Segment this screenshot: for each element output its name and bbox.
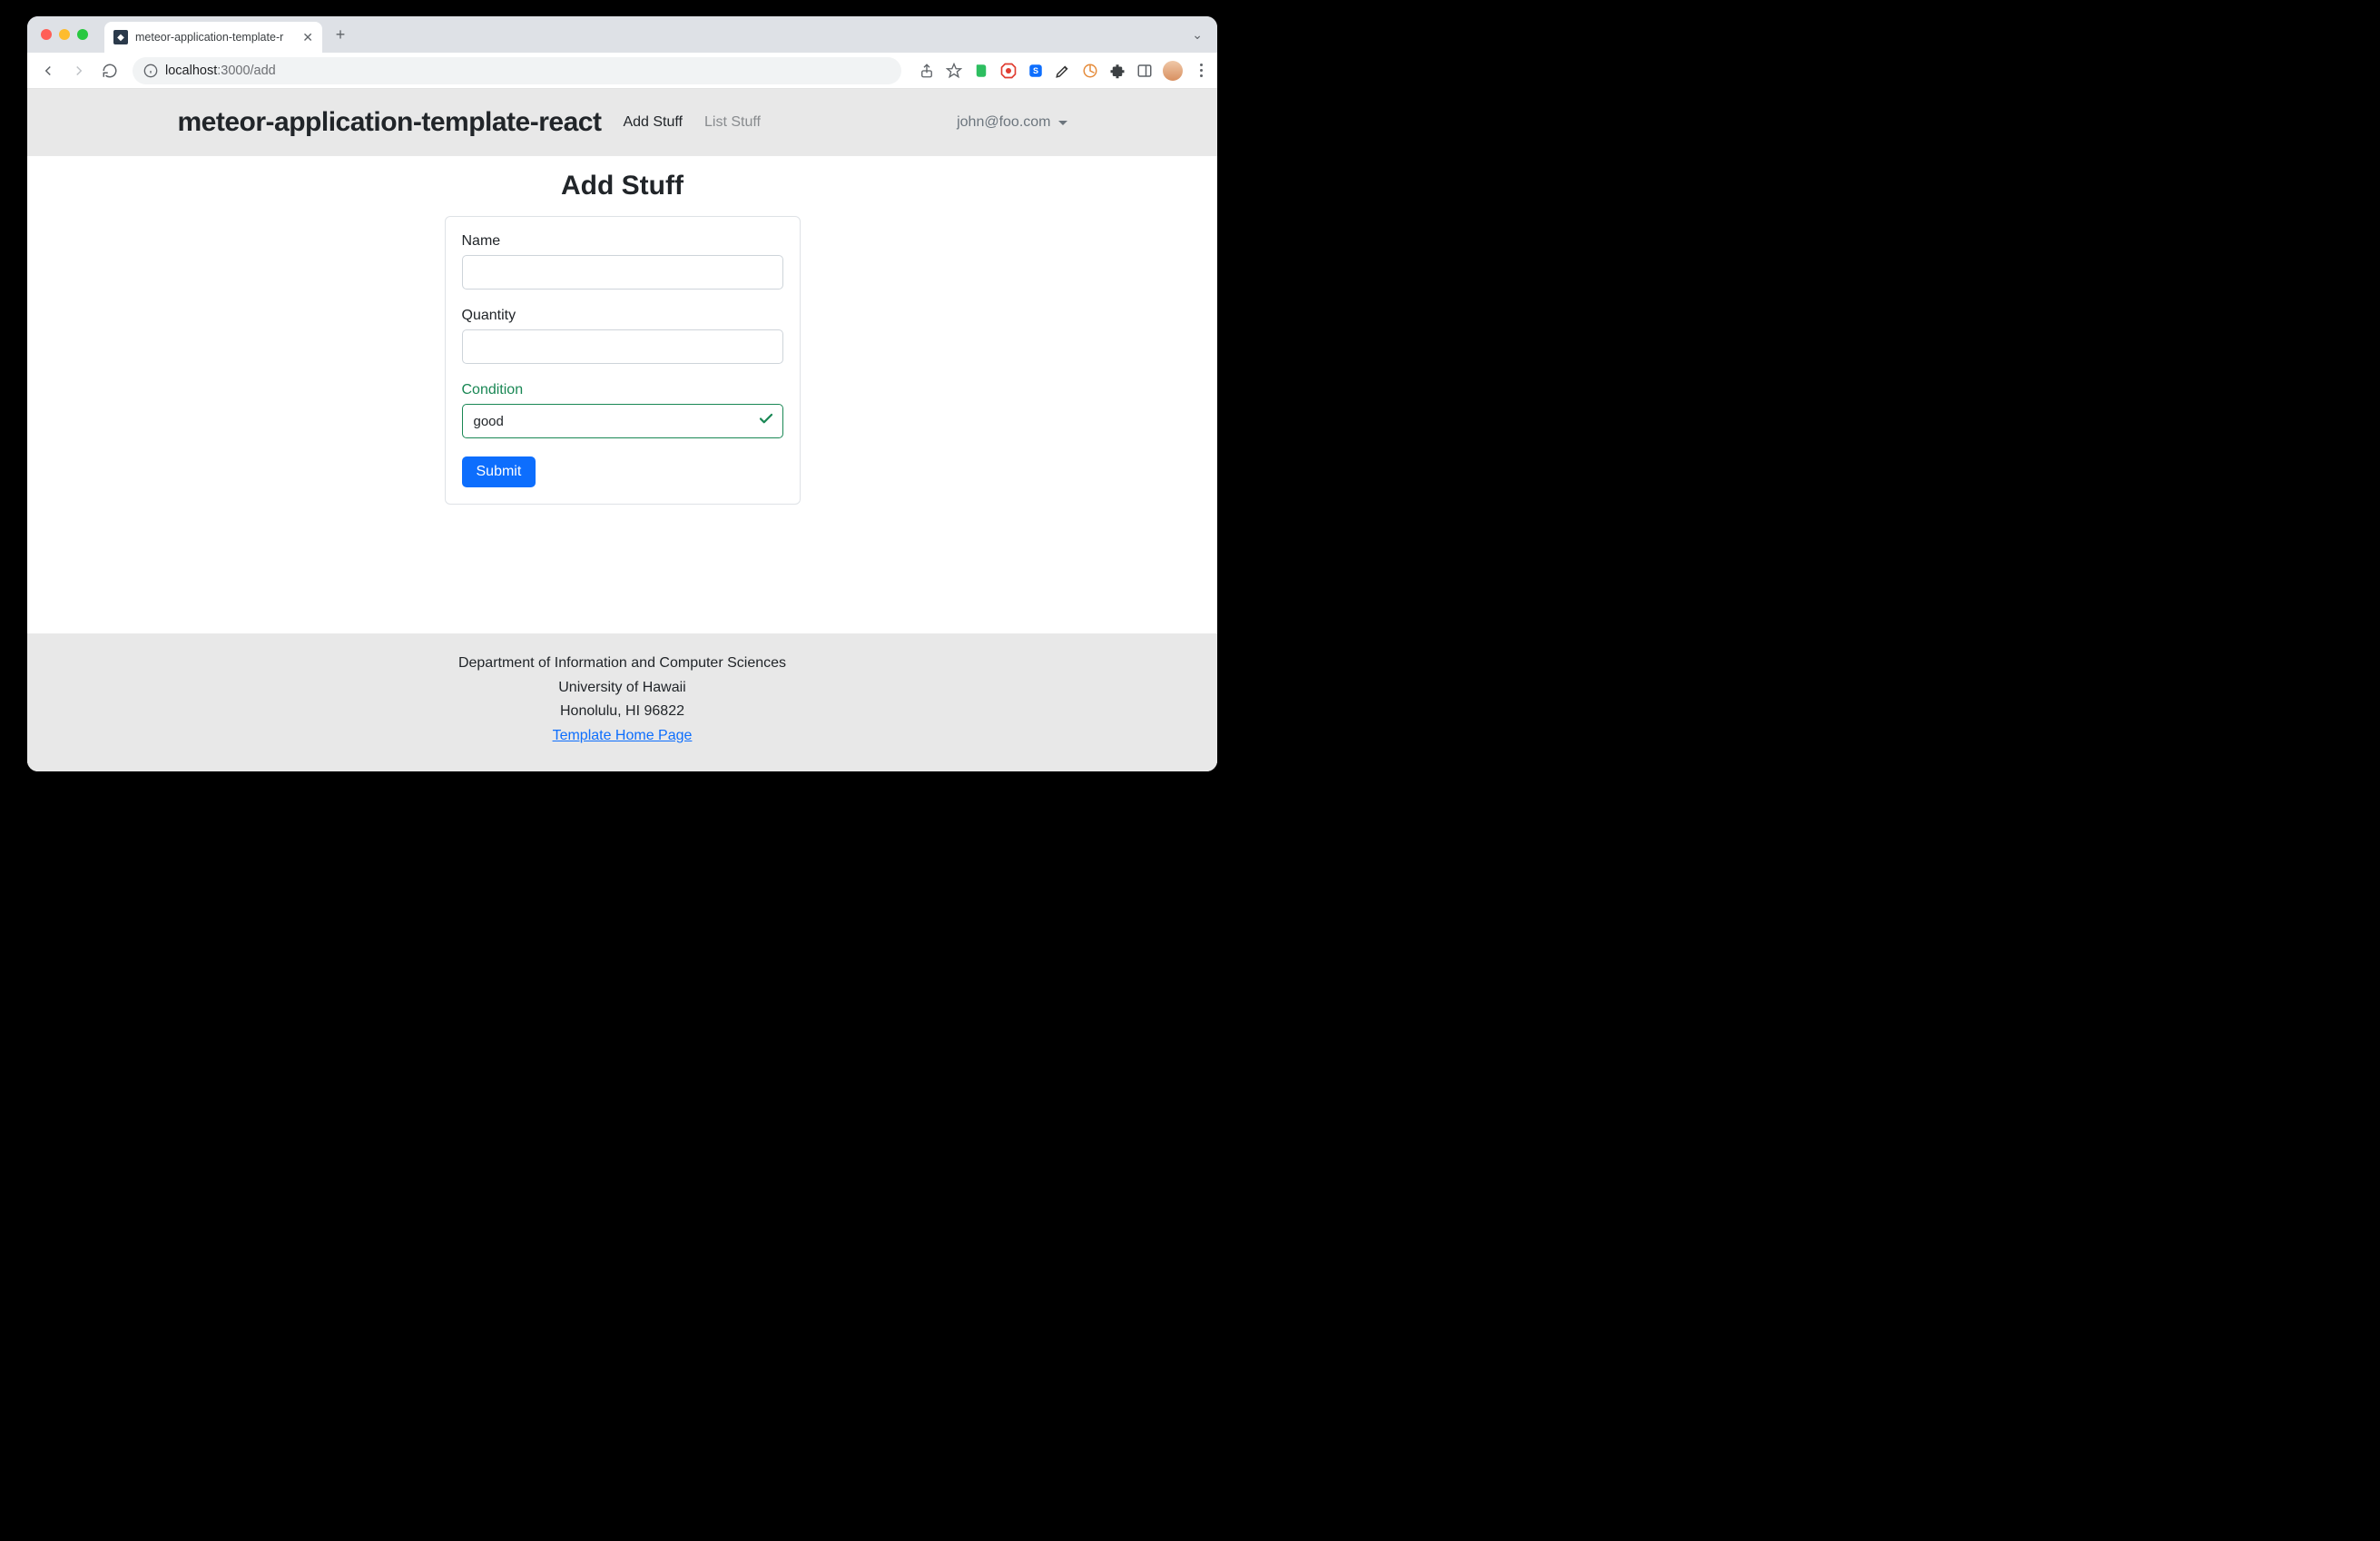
extension-buildpack-icon[interactable] [1081,62,1099,80]
navbar-user-dropdown[interactable]: john@foo.com [957,114,1067,131]
maximize-window-button[interactable] [77,29,88,40]
footer-line-3: Honolulu, HI 96822 [27,700,1217,723]
name-label: Name [462,233,783,250]
form-card: Name Quantity Condition Submi [445,216,801,505]
browser-menu-icon[interactable] [1192,64,1210,77]
footer-link[interactable]: Template Home Page [553,728,693,743]
app-navbar: meteor-application-template-react Add St… [27,89,1217,156]
extension-skype-icon[interactable]: S [1027,62,1045,80]
footer-line-1: Department of Information and Computer S… [27,652,1217,675]
quantity-label: Quantity [462,308,783,324]
extensions-icon[interactable] [1108,62,1126,80]
profile-avatar[interactable] [1163,61,1183,81]
back-button[interactable] [34,57,62,84]
tabs-dropdown-icon[interactable]: ⌄ [1192,27,1203,43]
footer-line-2: University of Hawaii [27,676,1217,700]
extension-adblock-icon[interactable] [999,62,1018,80]
address-bar[interactable]: localhost:3000/add [133,57,901,84]
site-info-icon[interactable] [143,64,158,78]
nav-link-list-stuff[interactable]: List Stuff [704,114,761,131]
new-tab-button[interactable]: + [328,22,353,47]
bookmark-icon[interactable] [945,62,963,80]
reload-button[interactable] [96,57,123,84]
svg-text:S: S [1033,66,1038,75]
close-tab-icon[interactable]: ✕ [302,30,313,45]
extension-evernote-icon[interactable] [972,62,990,80]
forward-button[interactable] [65,57,93,84]
nav-link-add-stuff[interactable]: Add Stuff [623,114,683,131]
url-host: localhost [165,64,217,78]
share-icon[interactable] [918,62,936,80]
browser-tab[interactable]: ◆ meteor-application-template-r ✕ [104,22,322,53]
navbar-brand[interactable]: meteor-application-template-react [178,107,602,138]
navbar-user-email: john@foo.com [957,114,1050,131]
form-group-name: Name [462,233,783,290]
main-content: Add Stuff Name Quantity Condition [27,156,1217,633]
page-content: meteor-application-template-react Add St… [27,89,1217,771]
caret-down-icon [1058,121,1067,125]
tab-title: meteor-application-template-r [135,31,295,44]
close-window-button[interactable] [41,29,52,40]
window-controls [41,29,88,40]
minimize-window-button[interactable] [59,29,70,40]
browser-window: ◆ meteor-application-template-r ✕ + ⌄ lo… [27,16,1217,771]
page-title: Add Stuff [561,171,684,201]
form-group-condition: Condition [462,382,783,438]
submit-button[interactable]: Submit [462,456,536,487]
sidepanel-icon[interactable] [1136,62,1154,80]
page-footer: Department of Information and Computer S… [27,633,1217,771]
url-display: localhost:3000/add [165,64,276,78]
url-path: :3000/add [217,64,276,78]
tab-favicon-icon: ◆ [113,30,128,44]
condition-select[interactable] [462,404,783,438]
browser-toolbar: localhost:3000/add S [27,53,1217,89]
browser-tab-bar: ◆ meteor-application-template-r ✕ + ⌄ [27,16,1217,53]
check-icon [758,411,774,432]
form-group-quantity: Quantity [462,308,783,364]
extension-colorpicker-icon[interactable] [1054,62,1072,80]
condition-label: Condition [462,382,783,398]
toolbar-actions: S [918,61,1210,81]
name-input[interactable] [462,255,783,290]
quantity-input[interactable] [462,329,783,364]
